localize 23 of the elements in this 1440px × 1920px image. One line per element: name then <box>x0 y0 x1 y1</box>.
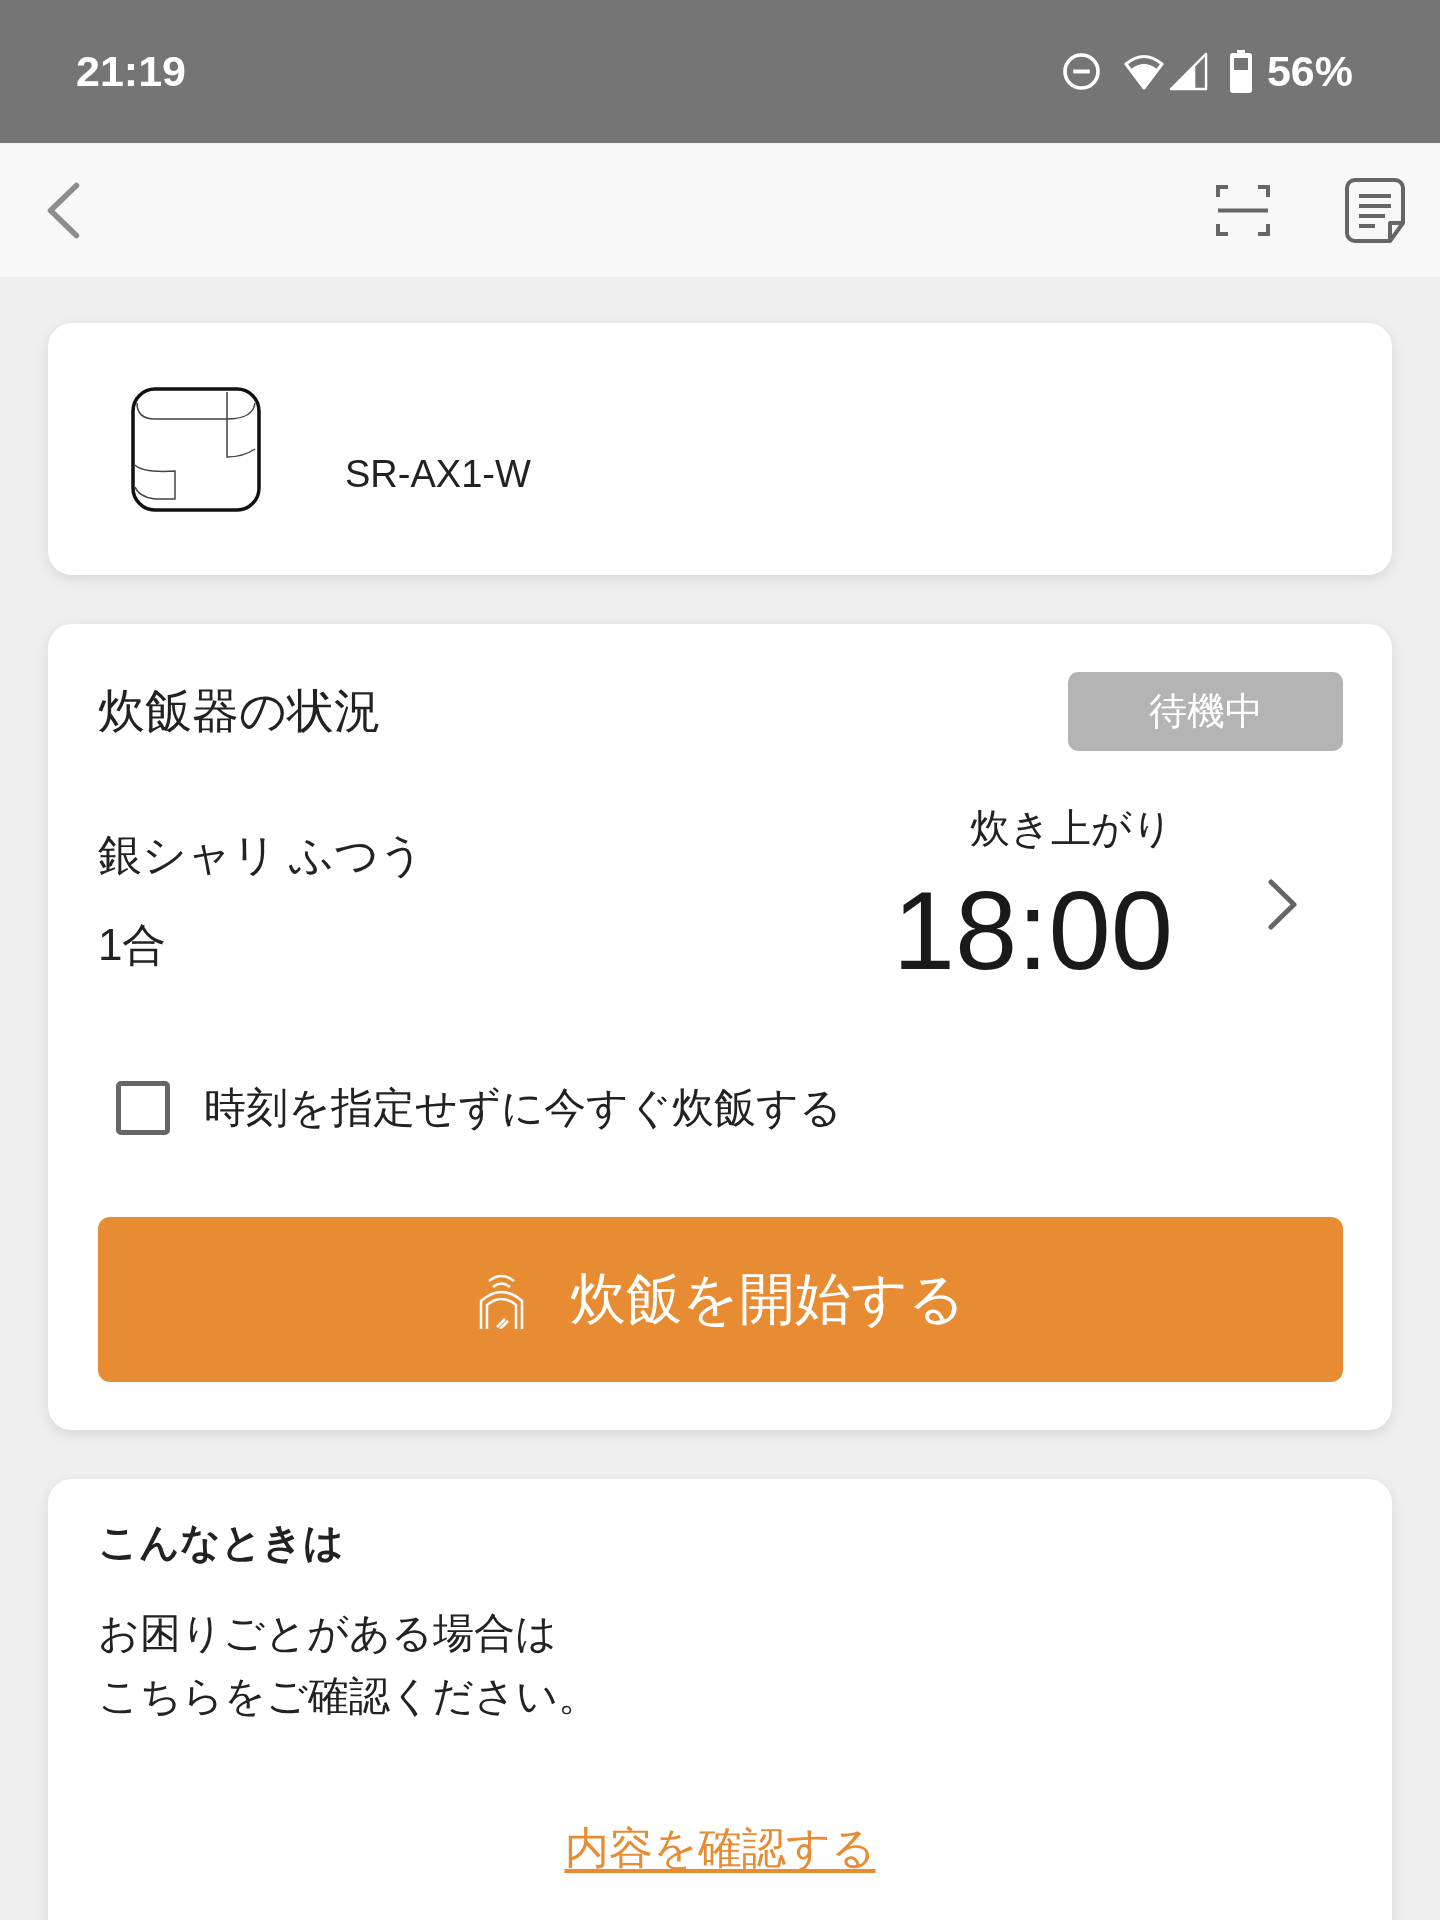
note-icon[interactable] <box>1345 177 1405 243</box>
help-title: こんなときは <box>98 1519 344 1565</box>
rice-cooker-icon <box>131 386 261 512</box>
device-model: SR-AX1-W <box>345 452 531 496</box>
scan-icon[interactable] <box>1216 184 1270 236</box>
check-details-link[interactable]: 内容を確認する <box>564 1823 876 1873</box>
cellular-signal-icon <box>1168 52 1208 91</box>
do-not-disturb-icon <box>1062 53 1100 90</box>
status-time: 21:19 <box>76 47 186 96</box>
checkbox[interactable] <box>116 1081 170 1135</box>
section-title: 炊飯器の状況 <box>98 683 381 739</box>
help-text-line: お困りごとがある場合は <box>98 1609 557 1658</box>
cooking-course: 銀シャリ ふつう <box>98 829 425 881</box>
finish-time: 18:00 <box>892 881 1173 981</box>
start-cooking-button[interactable]: 炊飯を開始する <box>98 1217 1343 1382</box>
status-badge: 待機中 <box>1068 672 1343 751</box>
help-text-line: こちらをご確認ください。 <box>98 1672 599 1721</box>
checkbox-label[interactable]: 時刻を指定せずに今すぐ炊飯する <box>204 1080 842 1136</box>
finish-label: 炊き上がり <box>970 805 1173 851</box>
rice-amount: 1合 <box>98 919 167 971</box>
chevron-right-icon[interactable] <box>1267 878 1298 931</box>
battery-icon <box>1229 50 1252 93</box>
battery-percent: 56% <box>1266 47 1353 96</box>
